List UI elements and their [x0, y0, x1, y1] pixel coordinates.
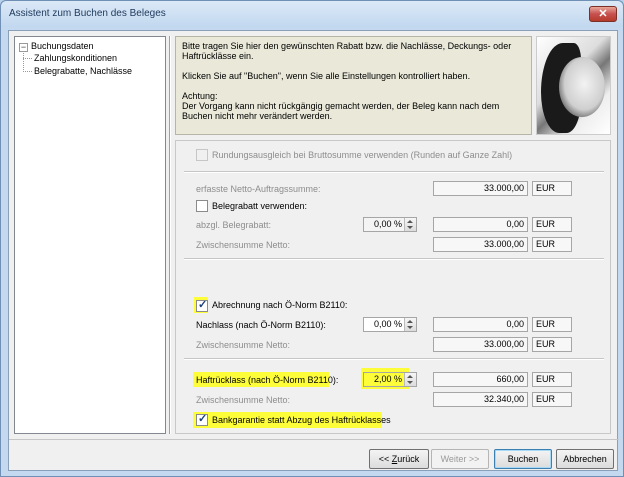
- netto-order-currency: EUR: [532, 181, 572, 196]
- haftruecklass-currency: EUR: [532, 372, 572, 387]
- divider: [184, 258, 604, 260]
- onorm-checkbox[interactable]: ✓: [196, 299, 208, 312]
- tree-item-buchungsdaten[interactable]: Buchungsdaten: [31, 41, 94, 51]
- splitter[interactable]: [169, 36, 171, 434]
- cancel-button[interactable]: Abbrechen: [556, 449, 614, 469]
- next-button[interactable]: Weiter >>: [431, 449, 489, 469]
- spin-arrows-icon[interactable]: [404, 218, 416, 231]
- subtotal3-value: 32.340,00: [433, 392, 528, 407]
- title-bar[interactable]: Assistent zum Buchen des Beleges ✕: [1, 1, 623, 27]
- tree-item-belegrabatte[interactable]: Belegrabatte, Nachlässe: [34, 66, 132, 76]
- back-button-prefix: <<: [378, 454, 392, 464]
- haftruecklass-value: 660,00: [433, 372, 528, 387]
- dialog-window: Assistent zum Buchen des Beleges ✕ − Buc…: [0, 0, 624, 477]
- bankgarantie-checkbox[interactable]: ✓: [196, 413, 208, 426]
- nachlass-label: Nachlass (nach Ö-Norm B2110):: [196, 320, 326, 330]
- subtotal2-label: Zwischensumme Netto:: [196, 340, 291, 350]
- haftruecklass-percent-stepper[interactable]: 2,00 %: [363, 372, 417, 387]
- belegrabatt-checkbox[interactable]: [196, 200, 208, 212]
- nachlass-percent: 0,00 %: [373, 319, 402, 329]
- abzgl-rabatt-label: abzgl. Belegrabatt:: [196, 220, 272, 230]
- close-icon: ✕: [598, 8, 608, 20]
- haftruecklass-percent: 2,00 %: [373, 374, 402, 384]
- divider: [184, 171, 604, 173]
- tree-connector: [23, 71, 32, 72]
- subtotal1-label: Zwischensumme Netto:: [196, 240, 291, 250]
- rounding-label: Rundungsausgleich bei Bruttosumme verwen…: [212, 150, 513, 160]
- tree-connector: [23, 53, 24, 72]
- navigation-tree: − Buchungsdaten Zahlungskonditionen Bele…: [14, 36, 166, 434]
- close-button[interactable]: ✕: [589, 6, 617, 22]
- belegrabatt-label: Belegrabatt verwenden:: [212, 201, 308, 211]
- button-bar-divider: [9, 439, 619, 440]
- checkmark-icon: ✓: [198, 299, 208, 311]
- window-title: Assistent zum Buchen des Beleges: [9, 8, 166, 19]
- netto-order-value: 33.000,00: [433, 181, 528, 196]
- info-text-intro: Bitte tragen Sie hier den gewünschten Ra…: [182, 41, 512, 61]
- rounding-checkbox[interactable]: [196, 149, 208, 161]
- info-panel: Bitte tragen Sie hier den gewünschten Ra…: [175, 36, 532, 135]
- info-text-hint: Klicken Sie auf "Buchen", wenn Sie alle …: [182, 71, 471, 81]
- bankgarantie-label: Bankgarantie statt Abzug des Haftrücklas…: [212, 415, 391, 425]
- booking-form: Rundungsausgleich bei Bruttosumme verwen…: [175, 140, 611, 434]
- tree-item-zahlungskonditionen[interactable]: Zahlungskonditionen: [34, 53, 117, 63]
- subtotal3-label: Zwischensumme Netto:: [196, 395, 291, 405]
- subtotal1-value: 33.000,00: [433, 237, 528, 252]
- book-button[interactable]: Buchen: [494, 449, 552, 469]
- abzgl-rabatt-percent-stepper[interactable]: 0,00 %: [363, 217, 417, 232]
- divider: [184, 358, 604, 360]
- nachlass-currency: EUR: [532, 317, 572, 332]
- abzgl-rabatt-value: 0,00: [433, 217, 528, 232]
- spin-arrows-icon[interactable]: [404, 373, 416, 386]
- nachlass-value: 0,00: [433, 317, 528, 332]
- collapse-icon[interactable]: −: [19, 43, 28, 52]
- back-button[interactable]: << Zurück: [369, 449, 429, 469]
- subtotal1-currency: EUR: [532, 237, 572, 252]
- nachlass-percent-stepper[interactable]: 0,00 %: [363, 317, 417, 332]
- assistant-photo: [536, 36, 611, 135]
- subtotal3-currency: EUR: [532, 392, 572, 407]
- subtotal2-currency: EUR: [532, 337, 572, 352]
- back-button-label: urück: [397, 454, 420, 464]
- abzgl-rabatt-currency: EUR: [532, 217, 572, 232]
- netto-order-label: erfasste Netto-Auftragssumme:: [196, 184, 321, 194]
- subtotal2-value: 33.000,00: [433, 337, 528, 352]
- haftruecklass-label: Haftrücklass (nach Ö-Norm B2110):: [196, 375, 339, 385]
- spin-arrows-icon[interactable]: [404, 318, 416, 331]
- info-text-warning-title: Achtung:: [182, 91, 218, 101]
- tree-connector: [23, 58, 32, 59]
- checkmark-icon: ✓: [198, 413, 208, 425]
- info-text-warning: Der Vorgang kann nicht rückgängig gemach…: [182, 101, 500, 121]
- abzgl-rabatt-percent: 0,00 %: [373, 219, 402, 229]
- dialog-client-area: − Buchungsdaten Zahlungskonditionen Bele…: [8, 30, 619, 471]
- onorm-label: Abrechnung nach Ö-Norm B2110:: [212, 300, 348, 310]
